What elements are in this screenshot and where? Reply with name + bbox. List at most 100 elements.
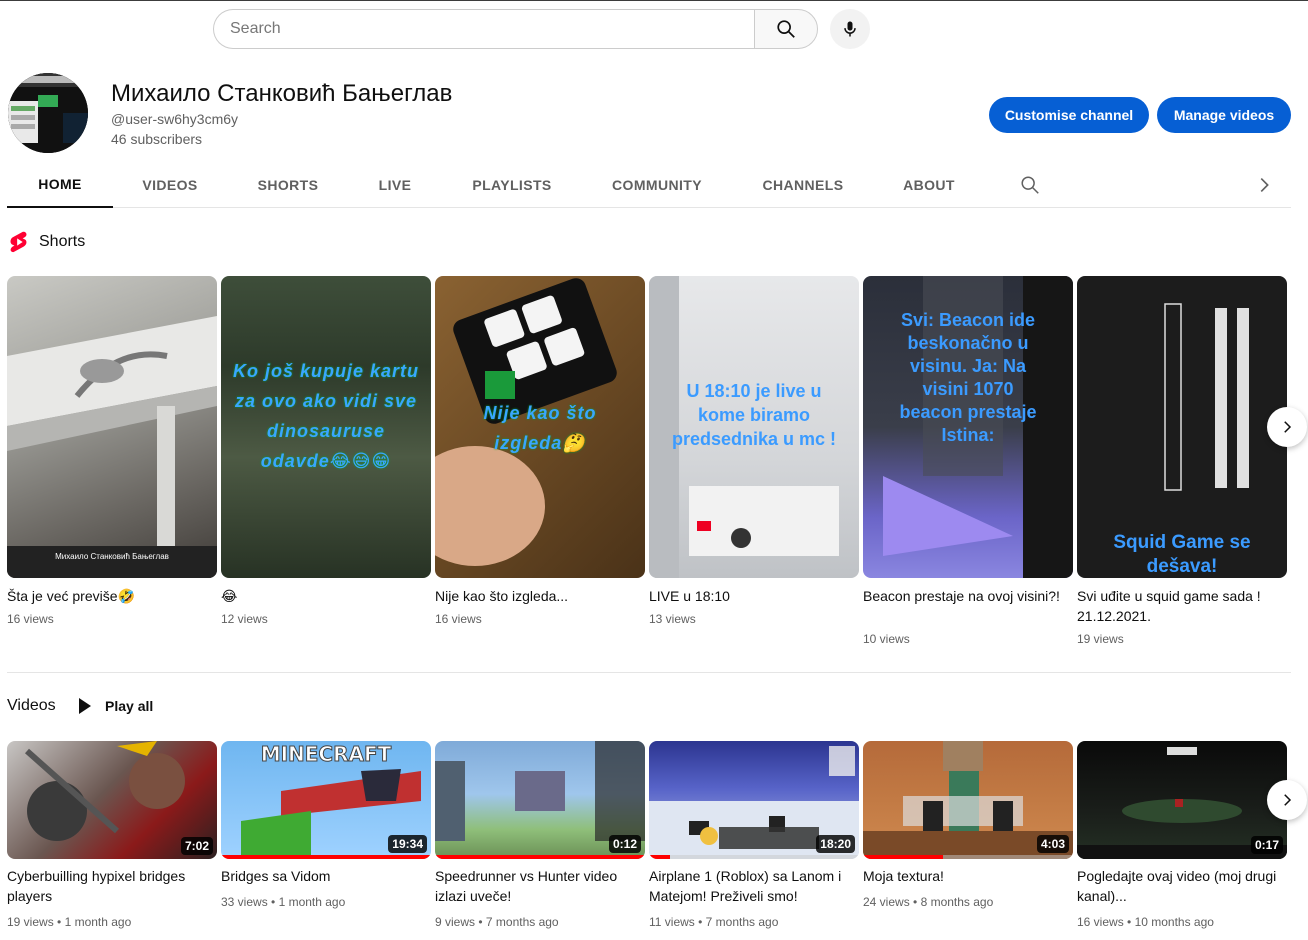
video-duration: 18:20 <box>816 835 855 853</box>
video-title[interactable]: Speedrunner vs Hunter video izlazi uveče… <box>435 866 640 906</box>
video-views: 19 views <box>7 915 54 929</box>
short-thumbnail[interactable]: Ko još kupuje kartu za ovo ako vidi sve … <box>221 276 431 578</box>
short-views: 10 views <box>863 632 910 646</box>
video-meta: 11 views • 7 months ago <box>649 915 779 929</box>
channel-avatar[interactable] <box>8 73 88 153</box>
video-age: 7 months ago <box>705 915 779 929</box>
video-duration: 7:02 <box>180 837 213 855</box>
video-views: 24 views <box>863 895 910 909</box>
tabs-chevron-right-icon[interactable] <box>1253 174 1275 196</box>
video-duration: 0:12 <box>608 835 641 853</box>
video-age: 7 months ago <box>485 915 559 929</box>
watch-progress-bar <box>435 855 645 859</box>
short-overlay-text: U 18:10 je live u kome biramo predsednik… <box>671 381 837 449</box>
video-views: 16 views <box>1077 915 1124 929</box>
subscriber-count: 46 subscribers <box>111 131 203 147</box>
video-thumbnail[interactable]: 0:12 <box>435 741 645 859</box>
short-thumbnail[interactable]: Nije kao što izgleda🤔 <box>435 276 645 578</box>
short-thumbnail[interactable]: Михаило Станковић Бањеглав <box>7 276 217 578</box>
shorts-section-title: Shorts <box>39 233 86 250</box>
video-duration: 19:34 <box>388 835 427 853</box>
channel-name: Михаило Станковић Бањеглав <box>111 80 453 107</box>
video-age: 1 month ago <box>278 895 346 909</box>
section-divider <box>7 672 1291 673</box>
watch-progress-bar <box>221 855 431 859</box>
tab-home[interactable]: HOME <box>7 162 113 208</box>
short-views: 12 views <box>221 612 268 626</box>
videos-next-button[interactable] <box>1267 780 1307 820</box>
short-overlay-text: Squid Game se dešava! <box>1113 532 1251 577</box>
short-views: 13 views <box>649 612 696 626</box>
short-title[interactable]: LIVE u 18:10 <box>649 586 854 606</box>
short-thumbnail[interactable]: Svi: Beacon ide beskonačno u visinu. Ja:… <box>863 276 1073 578</box>
video-meta: 19 views • 1 month ago <box>7 915 132 929</box>
tab-channels[interactable]: CHANNELS <box>731 162 875 208</box>
shorts-logo-icon <box>10 231 27 253</box>
short-title[interactable]: Beacon prestaje na ovoj visini?! <box>863 586 1068 606</box>
video-thumbnail[interactable]: 7:02 <box>7 741 217 859</box>
play-icon <box>79 698 91 714</box>
short-overlay-text: Svi: Beacon ide beskonačno u visinu. Ja:… <box>899 310 1037 445</box>
short-title[interactable]: Nije kao što izgleda... <box>435 586 640 606</box>
short-thumbnail[interactable]: Squid Game se dešava! <box>1077 276 1287 578</box>
voice-search-button[interactable] <box>830 9 870 49</box>
tab-live[interactable]: LIVE <box>349 162 441 208</box>
tab-about[interactable]: ABOUT <box>875 162 983 208</box>
window-top-border <box>0 0 1308 1</box>
short-thumbnail[interactable]: U 18:10 je live u kome biramo predsednik… <box>649 276 859 578</box>
avatar-image <box>8 73 88 153</box>
play-all-label: Play all <box>105 698 154 714</box>
watch-progress-bar <box>649 855 670 859</box>
video-meta: 33 views • 1 month ago <box>221 895 346 909</box>
tab-playlists[interactable]: PLAYLISTS <box>441 162 583 208</box>
videos-section-title: Videos <box>7 697 56 714</box>
microphone-icon <box>844 21 856 37</box>
shorts-next-button[interactable] <box>1267 407 1307 447</box>
short-views: 19 views <box>1077 632 1124 646</box>
video-meta: 16 views • 10 months ago <box>1077 915 1214 929</box>
video-views: 33 views <box>221 895 268 909</box>
video-title[interactable]: Pogledajte ovaj video (moj drugi kanal).… <box>1077 866 1282 906</box>
channel-search-icon[interactable] <box>1019 174 1041 196</box>
video-meta: 24 views • 8 months ago <box>863 895 994 909</box>
video-views: 9 views <box>435 915 476 929</box>
short-views: 16 views <box>7 612 54 626</box>
video-thumbnail[interactable]: 18:20 <box>649 741 859 859</box>
short-title[interactable]: Svi uđite u squid game sada ! 21.12.2021… <box>1077 586 1282 626</box>
manage-videos-button[interactable]: Manage videos <box>1157 97 1291 133</box>
short-overlay-text: Nije kao što izgleda🤔 <box>483 403 597 453</box>
short-title[interactable]: Šta je već previše🤣 <box>7 586 212 606</box>
video-thumbnail[interactable]: 0:17 <box>1077 741 1287 859</box>
video-title[interactable]: Bridges sa Vidom <box>221 866 426 886</box>
video-title[interactable]: Cyberbuilling hypixel bridges players <box>7 866 212 906</box>
video-title[interactable]: Airplane 1 (Roblox) sa Lanom i Matejom! … <box>649 866 854 906</box>
search-button[interactable] <box>754 9 818 49</box>
tab-videos[interactable]: VIDEOS <box>113 162 227 208</box>
video-duration: 4:03 <box>1036 835 1069 853</box>
tab-shorts[interactable]: SHORTS <box>227 162 349 208</box>
short-overlay-text: Ko još kupuje kartu za ovo ako vidi sve … <box>232 361 420 471</box>
video-meta: 9 views • 7 months ago <box>435 915 559 929</box>
short-title[interactable]: 😂 <box>221 586 426 606</box>
play-all-button[interactable]: Play all <box>76 697 153 715</box>
chevron-right-icon <box>1284 421 1292 433</box>
video-title[interactable]: Moja textura! <box>863 866 1068 886</box>
video-thumbnail[interactable]: MINECRAFT 19:34 <box>221 741 431 859</box>
video-age: 1 month ago <box>64 915 132 929</box>
channel-tabs: HOME VIDEOS SHORTS LIVE PLAYLISTS COMMUN… <box>7 162 1291 208</box>
short-watermark: Михаило Станковић Бањеглав <box>55 552 169 561</box>
chevron-right-icon <box>1284 794 1292 806</box>
watch-progress-bar <box>863 855 943 859</box>
channel-handle: @user-sw6hy3cm6y <box>111 111 239 127</box>
tab-community[interactable]: COMMUNITY <box>583 162 731 208</box>
short-views: 16 views <box>435 612 482 626</box>
search-input[interactable] <box>213 9 754 49</box>
video-age: 8 months ago <box>920 895 994 909</box>
search-icon <box>777 20 795 38</box>
video-age: 10 months ago <box>1134 915 1214 929</box>
customise-channel-button[interactable]: Customise channel <box>989 97 1149 133</box>
video-views: 11 views <box>649 915 695 929</box>
video-thumbnail[interactable]: 4:03 <box>863 741 1073 859</box>
search-bar <box>213 9 870 49</box>
watch-progress-track <box>649 855 859 859</box>
